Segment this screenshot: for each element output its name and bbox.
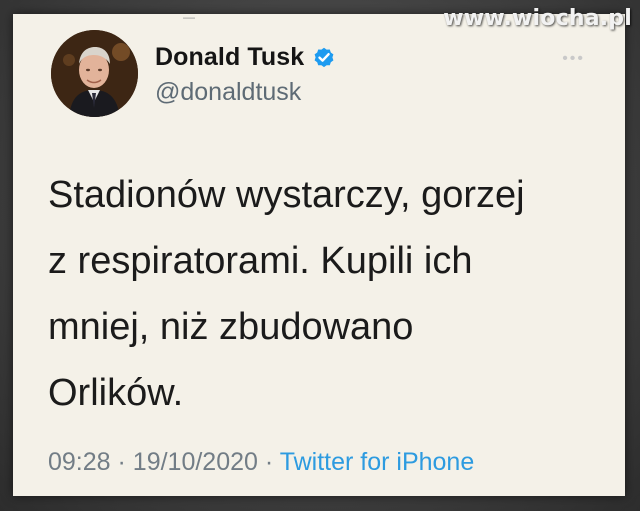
tweet-source-link[interactable]: Twitter for iPhone	[280, 448, 475, 476]
meta-separator: ·	[264, 448, 274, 476]
author-handle[interactable]: @donaldtusk	[155, 78, 301, 107]
author-name[interactable]: Donald Tusk	[155, 43, 304, 72]
site-watermark: www.wiocha.pl	[443, 6, 632, 31]
avatar[interactable]	[51, 30, 138, 117]
more-options-icon[interactable]: •••	[562, 50, 585, 68]
meta-separator: ·	[117, 448, 126, 476]
tweet-date[interactable]: 19/10/2020	[133, 448, 258, 476]
avatar-photo-icon	[51, 30, 138, 117]
tweet-text: Stadionów wystarczy, gorzej z respirator…	[48, 162, 608, 426]
tweet-text-line: Orlików.	[48, 372, 184, 414]
verified-badge-icon	[314, 47, 334, 68]
cropped-text-artifact: —	[183, 14, 209, 20]
tweet-time[interactable]: 09:28	[48, 448, 111, 476]
tweet-metadata: 09:28 · 19/10/2020 · Twitter for iPhone	[48, 448, 474, 477]
tweet-card: — Donald Tusk @donaldtusk ••• Stadionów …	[13, 14, 625, 496]
tweet-text-line: mniej, niż zbudowano	[48, 306, 414, 348]
author-row: Donald Tusk	[155, 40, 336, 74]
tweet-text-line: z respiratorami. Kupili ich	[48, 240, 473, 282]
tweet-text-line: Stadionów wystarczy, gorzej	[48, 174, 525, 216]
